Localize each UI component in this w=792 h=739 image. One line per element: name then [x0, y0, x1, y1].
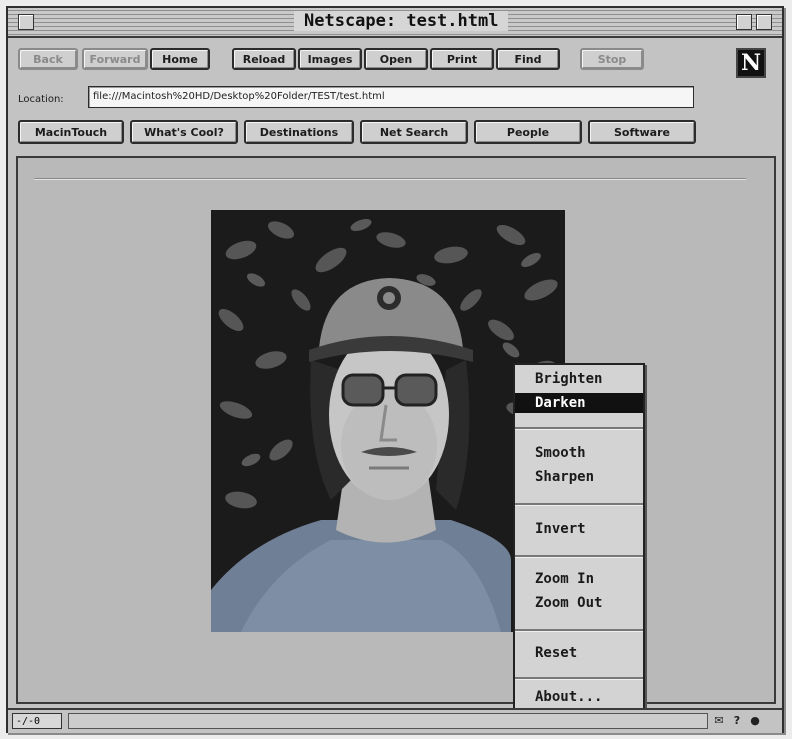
- open-button[interactable]: Open: [364, 48, 428, 70]
- mail-icon[interactable]: ✉: [712, 714, 726, 728]
- print-button[interactable]: Print: [430, 48, 494, 70]
- collapse-box-icon[interactable]: [756, 14, 772, 30]
- people-button[interactable]: People: [474, 120, 582, 144]
- portrait-photo[interactable]: [211, 210, 565, 632]
- security-key-status[interactable]: -/-0: [12, 713, 62, 729]
- menu-separator: [515, 555, 643, 558]
- page-content: Brighten Darken Smooth Sharpen Invert Zo…: [16, 156, 776, 711]
- images-button[interactable]: Images: [298, 48, 362, 70]
- menu-item-invert[interactable]: Invert: [515, 519, 643, 539]
- portrait-illustration: [211, 210, 565, 632]
- menu-item-smooth[interactable]: Smooth: [515, 443, 643, 463]
- stop-button[interactable]: Stop: [580, 48, 644, 70]
- menu-separator: [515, 629, 643, 632]
- netscape-logo[interactable]: N: [736, 48, 766, 78]
- menu-item-zoom-out[interactable]: Zoom Out: [515, 593, 643, 613]
- horizontal-rule: [34, 178, 746, 180]
- menu-separator: [515, 503, 643, 506]
- menu-separator: [515, 427, 643, 430]
- software-button[interactable]: Software: [588, 120, 696, 144]
- help-icon[interactable]: ?: [730, 714, 744, 728]
- close-box-icon[interactable]: [18, 14, 34, 30]
- browser-window: Netscape: test.html Back Forward Home Re…: [6, 6, 784, 733]
- status-message-field: [68, 713, 708, 729]
- image-context-menu: Brighten Darken Smooth Sharpen Invert Zo…: [513, 363, 645, 711]
- menu-separator: [515, 677, 643, 680]
- zoom-box-icon[interactable]: [736, 14, 752, 30]
- forward-button[interactable]: Forward: [82, 48, 148, 70]
- destinations-button[interactable]: Destinations: [244, 120, 354, 144]
- whats-cool-button[interactable]: What's Cool?: [130, 120, 238, 144]
- home-button[interactable]: Home: [150, 48, 210, 70]
- menu-item-reset[interactable]: Reset: [515, 643, 643, 663]
- status-bar: -/-0 ✉ ? ●: [8, 708, 782, 733]
- net-search-button[interactable]: Net Search: [360, 120, 468, 144]
- menu-item-about[interactable]: About...: [515, 687, 643, 707]
- macintouch-button[interactable]: MacinTouch: [18, 120, 124, 144]
- location-label: Location:: [18, 94, 64, 105]
- reload-button[interactable]: Reload: [232, 48, 296, 70]
- location-field[interactable]: file:///Macintosh%20HD/Desktop%20Folder/…: [88, 86, 694, 108]
- security-icon[interactable]: ●: [748, 714, 762, 728]
- find-button[interactable]: Find: [496, 48, 560, 70]
- menu-item-darken[interactable]: Darken: [515, 393, 643, 413]
- back-button[interactable]: Back: [18, 48, 78, 70]
- menu-item-zoom-in[interactable]: Zoom In: [515, 569, 643, 589]
- menu-item-brighten[interactable]: Brighten: [515, 369, 643, 389]
- window-title: Netscape: test.html: [294, 11, 509, 31]
- menu-item-sharpen[interactable]: Sharpen: [515, 467, 643, 487]
- title-bar[interactable]: Netscape: test.html: [8, 8, 782, 38]
